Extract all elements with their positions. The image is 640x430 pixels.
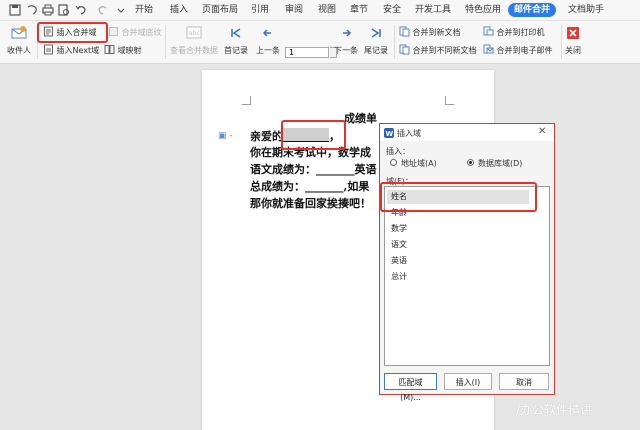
list-item-chinese[interactable]: 语文 <box>387 238 529 252</box>
svg-text:abc: abc <box>189 30 200 37</box>
merge-field-shading-label: 合并域底纹 <box>121 28 162 37</box>
insert-button[interactable]: 插入(I) <box>444 373 492 390</box>
menu-references[interactable]: 引用 <box>251 4 269 17</box>
document-line-4[interactable]: 总成绩为：_______,如果 <box>250 180 369 194</box>
redo-icon[interactable] <box>96 3 110 17</box>
ribbon-toolbar: 收件人 插入合并域 合并域底纹 插入Next域 域映射 abc 查看合并数据 首… <box>0 21 640 64</box>
prev-record-button[interactable]: 上一条 <box>254 25 282 56</box>
arrow-left-icon <box>254 25 282 43</box>
database-field-radio[interactable] <box>467 159 474 166</box>
watermark-text: /办公软件精讲 <box>516 403 593 417</box>
dialog-titlebar[interactable]: W 插入域 ✕ <box>380 124 554 141</box>
document-line-3[interactable]: 语文成绩为：_______英语 <box>250 163 377 177</box>
merge-to-email-button[interactable]: 合并到电子邮件 <box>483 44 553 57</box>
close-icon <box>564 25 582 43</box>
first-record-label: 首记录 <box>224 46 248 55</box>
menu-mail-merge[interactable]: 邮件合并 <box>508 3 557 17</box>
merge-to-separate-docs-button[interactable]: 合并到不同新文档 <box>399 44 477 57</box>
field-list[interactable]: 姓名 年龄 数学 语文 英语 总计 <box>384 186 550 366</box>
merge-printer-icon <box>483 26 494 39</box>
ribbon-separator <box>394 25 395 59</box>
address-field-radio[interactable] <box>390 159 397 166</box>
print-preview-icon[interactable] <box>57 3 71 17</box>
insert-group-label: 插入： <box>386 147 410 156</box>
merge-to-new-doc-label: 合并到新文档 <box>412 28 461 37</box>
list-item-math[interactable]: 数学 <box>387 222 529 236</box>
insert-next-field-label: 插入Next域 <box>56 46 100 55</box>
save-icon[interactable] <box>8 3 22 17</box>
menu-page-layout[interactable]: 页面布局 <box>202 4 238 17</box>
insert-field-dialog: W 插入域 ✕ 插入： 地址域(A) 数据库域(D) 域(F)： 姓名 年龄 数… <box>379 123 555 402</box>
first-record-icon <box>222 25 250 43</box>
merge-separate-docs-icon <box>399 44 410 57</box>
menu-home[interactable]: 开始 <box>135 4 153 17</box>
field-mapping-label: 域映射 <box>117 46 142 55</box>
menu-insert[interactable]: 插入 <box>170 4 188 17</box>
svg-text:W: W <box>386 130 394 138</box>
menu-view[interactable]: 视图 <box>318 4 336 17</box>
print-icon[interactable] <box>41 3 55 17</box>
document-title: 成绩单 <box>344 112 377 125</box>
merge-email-icon <box>483 44 494 57</box>
undo-icon[interactable] <box>74 3 88 17</box>
margin-corner-top-right <box>445 96 454 105</box>
field-mapping-button[interactable]: 域映射 <box>104 44 142 57</box>
document-line-5[interactable]: 那你就准备回家挨揍吧！ <box>250 197 371 211</box>
menu-features[interactable]: 特色应用 <box>465 4 501 17</box>
next-field-icon <box>43 44 54 57</box>
menu-bar: 开始 插入 页面布局 引用 审阅 视图 章节 安全 开发工具 特色应用 邮件合并… <box>0 0 640 21</box>
ribbon-separator <box>165 25 166 59</box>
paragraph-handle-icon[interactable]: ▣ ‑ <box>218 131 233 141</box>
dialog-title: 插入域 <box>397 129 421 138</box>
chevron-down-icon[interactable] <box>114 3 128 17</box>
list-item-english[interactable]: 英语 <box>387 254 529 268</box>
merge-to-separate-docs-label: 合并到不同新文档 <box>412 46 477 55</box>
shading-icon <box>108 26 119 39</box>
highlight-box-field-placeholder <box>281 120 346 150</box>
merge-document-icon <box>399 26 410 39</box>
database-field-label: 数据库域(D) <box>478 159 523 168</box>
next-record-button[interactable]: 下一条 <box>332 25 360 56</box>
menu-security[interactable]: 安全 <box>383 4 401 17</box>
next-record-label: 下一条 <box>334 46 358 55</box>
first-record-button[interactable]: 首记录 <box>222 25 250 56</box>
prev-record-label: 上一条 <box>256 46 280 55</box>
merge-to-printer-label: 合并到打印机 <box>496 28 545 37</box>
menu-sections[interactable]: 章节 <box>350 4 368 17</box>
menu-doc-assistant[interactable]: 文档助手 <box>568 4 604 17</box>
greeting-text: 亲爱的 <box>250 130 283 143</box>
list-item-total[interactable]: 总计 <box>387 270 529 284</box>
recipients-button[interactable]: 收件人 <box>5 25 33 56</box>
address-field-label: 地址域(A) <box>401 159 437 168</box>
margin-corner-top-left <box>242 96 251 105</box>
dialog-close-icon[interactable]: ✕ <box>538 126 546 137</box>
view-data-icon: abc <box>168 25 220 43</box>
undo-history-icon[interactable] <box>25 3 39 17</box>
last-record-label: 尾记录 <box>364 46 388 55</box>
merge-to-printer-button[interactable]: 合并到打印机 <box>483 26 545 39</box>
merge-to-new-doc-button[interactable]: 合并到新文档 <box>399 26 461 39</box>
merge-field-shading-button[interactable]: 合并域底纹 <box>108 26 162 39</box>
menu-developer[interactable]: 开发工具 <box>415 4 451 17</box>
field-mapping-icon <box>104 44 115 57</box>
highlight-box-selected-field <box>380 182 537 212</box>
last-record-button[interactable]: 尾记录 <box>362 25 390 56</box>
match-fields-button[interactable]: 匹配域(M)... <box>384 373 437 402</box>
menu-review[interactable]: 审阅 <box>285 4 303 17</box>
insert-next-field-button[interactable]: 插入Next域 <box>43 44 99 57</box>
ribbon-separator <box>561 25 562 59</box>
view-merged-data-button[interactable]: abc 查看合并数据 <box>168 25 220 56</box>
envelope-icon <box>5 25 33 43</box>
recipients-label: 收件人 <box>7 46 31 55</box>
record-number-input[interactable] <box>285 47 329 58</box>
close-mail-merge-button[interactable]: 关闭 <box>564 25 582 56</box>
close-label: 关闭 <box>565 46 581 55</box>
app-logo-icon: W <box>384 128 394 141</box>
merge-to-email-label: 合并到电子邮件 <box>496 46 553 55</box>
view-merged-data-label: 查看合并数据 <box>170 46 218 55</box>
cancel-button[interactable]: 取消 <box>499 373 549 390</box>
arrow-right-icon <box>332 25 360 43</box>
highlight-box-insert-merge-field <box>37 22 108 43</box>
last-record-icon <box>362 25 390 43</box>
